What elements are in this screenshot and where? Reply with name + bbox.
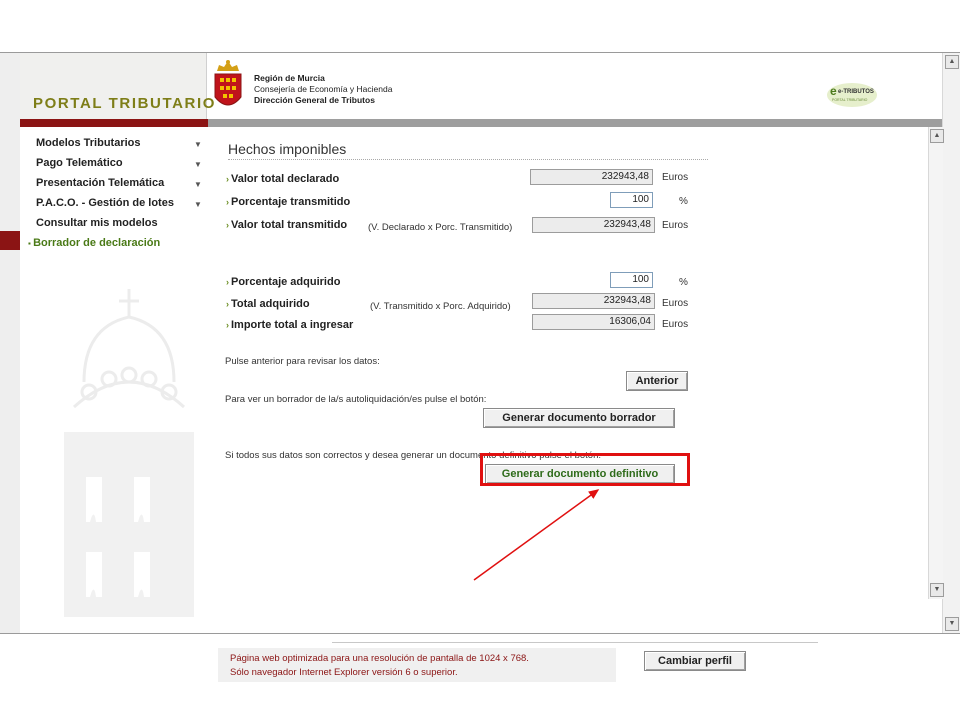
main-content: Hechos imponibles › Valor total declarado… bbox=[208, 127, 928, 682]
portal-logo-box: PORTAL TRIBUTARIO bbox=[20, 53, 214, 119]
sidebar: Modelos Tributarios ▼ Pago Telemático ▼ … bbox=[20, 127, 207, 633]
bullet-arrow-icon: › bbox=[226, 299, 229, 309]
chevron-down-icon[interactable]: ▼ bbox=[194, 200, 202, 209]
active-marker bbox=[0, 231, 20, 250]
logo-text: e-TRIBUTOS bbox=[838, 89, 874, 95]
row-label-total-adquirido: › Total adquirido bbox=[226, 298, 310, 310]
sidebar-item-pago[interactable]: Pago Telemático bbox=[36, 157, 123, 169]
sidebar-item-borrador-label: Borrador de declaración bbox=[33, 237, 161, 249]
unit-label: % bbox=[679, 277, 688, 288]
title-divider bbox=[228, 159, 708, 160]
scroll-up-arrow-icon[interactable]: ▲ bbox=[945, 55, 959, 69]
left-strip bbox=[0, 53, 21, 633]
valor-transmitido-field: 232943,48 bbox=[532, 217, 655, 233]
bullet-arrow-icon: › bbox=[226, 174, 229, 184]
row-label-valor-declarado: › Valor total declarado bbox=[226, 173, 340, 185]
row-label-porcentaje-adquirido: › Porcentaje adquirido bbox=[226, 276, 341, 288]
row-label-importe-total: › Importe total a ingresar bbox=[226, 319, 354, 331]
chevron-down-icon[interactable]: ▼ bbox=[194, 160, 202, 169]
org-line-1: Región de Murcia bbox=[254, 73, 325, 83]
outer-scrollbar[interactable]: ▲ ▼ bbox=[942, 53, 960, 633]
browser-frame: PORTAL TRIBUTARIO Región de Murcia Conse… bbox=[0, 52, 960, 682]
sidebar-item-paco[interactable]: P.A.C.O. - Gestión de lotes bbox=[36, 197, 174, 209]
formula-note: (V. Declarado x Porc. Transmitido) bbox=[368, 222, 513, 233]
footer-divider bbox=[332, 642, 818, 643]
unit-label: Euros bbox=[662, 298, 689, 309]
annotation-highlight-box bbox=[480, 453, 690, 486]
bullet-arrow-icon: › bbox=[226, 220, 229, 230]
e-tributos-logo: e e-TRIBUTOS PORTAL TRIBUTARIO bbox=[827, 83, 877, 107]
page-title: Hechos imponibles bbox=[228, 141, 347, 157]
porcentaje-transmitido-input[interactable]: 100 bbox=[610, 192, 653, 208]
org-line-2: Consejería de Economía y Hacienda bbox=[254, 84, 393, 94]
review-instruction: Pulse anterior para revisar los datos: bbox=[225, 356, 380, 367]
sidebar-item-presentacion[interactable]: Presentación Telemática bbox=[36, 177, 164, 189]
sidebar-item-modelos[interactable]: Modelos Tributarios bbox=[36, 137, 141, 149]
generate-draft-button[interactable]: Generar documento borrador bbox=[483, 408, 675, 428]
region-shield-icon bbox=[214, 60, 242, 106]
bullet-arrow-icon: › bbox=[226, 320, 229, 330]
scroll-down-arrow-icon[interactable]: ▼ bbox=[930, 583, 944, 597]
valor-declarado-field: 232943,48 bbox=[530, 169, 653, 185]
sidebar-item-consultar[interactable]: Consultar mis modelos bbox=[36, 217, 158, 229]
unit-label: Euros bbox=[662, 172, 689, 183]
logo-subtext: PORTAL TRIBUTARIO bbox=[832, 98, 868, 102]
svg-text:e: e bbox=[830, 84, 837, 98]
content-scrollbar[interactable]: ▲ ▼ bbox=[928, 127, 944, 599]
organization-name: Región de Murcia Consejería de Economía … bbox=[254, 73, 392, 106]
org-line-3: Dirección General de Tributos bbox=[254, 95, 375, 105]
site-header: PORTAL TRIBUTARIO Región de Murcia Conse… bbox=[20, 53, 942, 119]
importe-total-field: 16306,04 bbox=[532, 314, 655, 330]
chevron-down-icon[interactable]: ▼ bbox=[194, 140, 202, 149]
total-adquirido-field: 232943,48 bbox=[532, 293, 655, 309]
bullet-arrow-icon: › bbox=[226, 197, 229, 207]
anterior-button[interactable]: Anterior bbox=[626, 371, 688, 391]
row-label-valor-transmitido: › Valor total transmitido bbox=[226, 219, 348, 231]
row-label-porcentaje-transmitido: › Porcentaje transmitido bbox=[226, 196, 351, 208]
scroll-down-arrow-icon[interactable]: ▼ bbox=[945, 617, 959, 631]
unit-label: Euros bbox=[662, 319, 689, 330]
footer-notice: Página web optimizada para una resolució… bbox=[218, 648, 616, 682]
scroll-up-arrow-icon[interactable]: ▲ bbox=[930, 129, 944, 143]
sidebar-item-borrador[interactable]: ▪ Borrador de declaración bbox=[28, 237, 160, 249]
bullet-arrow-icon: › bbox=[226, 277, 229, 287]
portal-title: PORTAL TRIBUTARIO bbox=[33, 95, 217, 112]
unit-label: Euros bbox=[662, 220, 689, 231]
chevron-down-icon[interactable]: ▼ bbox=[194, 180, 202, 189]
header-divider bbox=[20, 119, 942, 127]
footer-line-2: Sólo navegador Internet Explorer versión… bbox=[230, 667, 458, 678]
header-divider-accent bbox=[20, 119, 208, 127]
porcentaje-adquirido-input[interactable]: 100 bbox=[610, 272, 653, 288]
draft-instruction: Para ver un borrador de la/s autoliquida… bbox=[225, 394, 487, 405]
formula-note: (V. Transmitido x Porc. Adquirido) bbox=[370, 301, 511, 312]
footer-line-1: Página web optimizada para una resolució… bbox=[230, 653, 529, 664]
change-profile-button[interactable]: Cambiar perfil bbox=[644, 651, 746, 671]
unit-label: % bbox=[679, 196, 688, 207]
coat-of-arms-watermark-icon bbox=[64, 289, 194, 617]
